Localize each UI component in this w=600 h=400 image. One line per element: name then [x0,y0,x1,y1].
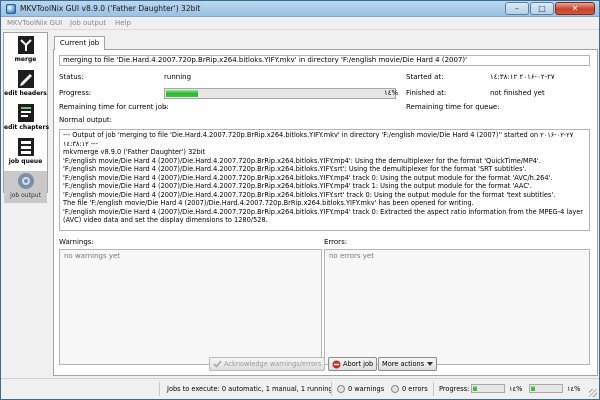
current-job-pane: merging to file 'Die.Hard.4.2007.720p.Br… [53,49,598,376]
progress-label: Progress: [59,89,92,97]
errors-empty-text: no errors yet [329,252,374,260]
errors-count: 0 errors [402,385,428,393]
errors-panel: Errors: no errors yet [324,238,590,366]
app-window: MKVToolNix GUI v8.9.0 ('Father Daughter'… [0,0,600,400]
app-icon [6,4,16,14]
status-divider [331,382,332,396]
output-line: --- Output of job 'merging to file 'Die.… [63,131,574,139]
status-divider [433,382,434,396]
warnings-count: 0 warnings [348,385,385,393]
abort-job-button[interactable]: Abort job [328,357,378,371]
normal-output-text[interactable]: --- Output of job 'merging to file 'Die.… [59,129,590,231]
menu-bar: MKVToolNix GUI Job output Help [1,17,599,30]
minimize-button[interactable]: – [505,2,529,15]
queue-progress-fill [531,386,535,391]
sidebar-item-job-output[interactable]: job output [4,171,47,203]
checkmark-icon [213,360,222,368]
more-actions-label: More actions [382,360,425,368]
warning-status-icon [337,385,345,393]
errors-list[interactable]: no errors yet [324,249,590,365]
job-description-field[interactable]: merging to file 'Die.Hard.4.2007.720p.Br… [59,55,590,66]
output-line: (AVC) video data and set the display dim… [63,216,268,224]
output-line: 'F:/english movie/Die Hard 4 (2007)/Die.… [63,182,532,190]
output-line: The file 'F:/english movie/Die Hard 4 (2… [63,199,474,207]
status-bar: Jobs to execute: 0 automatic, 1 manual, … [1,378,599,399]
edit-headers-icon [17,70,34,88]
sidebar-item-label: merge [14,56,37,63]
sidebar-item-job-queue[interactable]: job queue [4,137,47,169]
remaining-queue-label: Remaining time for queue: [406,103,500,111]
more-actions-button[interactable]: More actions [378,357,438,371]
output-line: 'F:/english movie/Die Hard 4 (2007)/Die.… [63,190,556,199]
warnings-empty-text: no warnings yet [64,252,121,260]
warnings-panel: Warnings: no warnings yet [59,238,322,366]
edit-chapters-icon [17,104,34,122]
sidebar-item-merge[interactable]: merge [4,35,47,67]
sidebar-item-edit-headers[interactable]: edit headers [4,69,47,101]
output-line: 'F:/english movie/Die Hard 4 (2007)/Die.… [63,156,541,165]
finished-at-label: Finished at: [406,89,447,97]
queue-progress-bar [529,384,563,393]
acknowledge-warnings-button[interactable]: Acknowledge warnings/errors [209,357,326,371]
window-title: MKVToolNix GUI v8.9.0 ('Father Daughter'… [20,4,201,13]
job-progress-bar [164,88,396,99]
started-at-value: ۱٤:۳۸:۱۲ ۲۰۱۶-۰۲-۲۷ [490,73,555,81]
resize-grip[interactable] [589,389,597,397]
abort-label: Abort job [343,360,374,368]
sidebar: merge edit headers edit chapters job que… [3,32,50,203]
merge-icon [17,36,34,54]
close-button[interactable]: ✕ [555,2,595,15]
menu-mkvtoolnix-gui[interactable]: MKVToolNix GUI [7,19,62,27]
error-status-icon [391,385,399,393]
status-divider [159,382,160,396]
warnings-label: Warnings: [59,238,94,246]
job-progress-fill [166,90,198,97]
acknowledge-label: Acknowledge warnings/errors [224,360,322,368]
remaining-current-label: Remaining time for current job: [59,103,169,111]
menu-help[interactable]: Help [115,19,131,27]
job-queue-icon [17,138,34,156]
job-output-icon [17,173,34,189]
jobs-to-execute-text: Jobs to execute: 0 automatic, 1 manual, … [167,385,333,393]
remaining-current-value: – [164,103,168,111]
sidebar-item-label: edit headers [4,90,47,97]
status-label: Status: [59,73,84,81]
remaining-queue-value: – [490,103,494,111]
maximize-button[interactable]: □ [530,2,554,15]
queue-progress-percent: ۱٤% [567,385,581,393]
tab-current-job[interactable]: Current job [54,36,105,50]
output-line: mkvmerge v8.9.0 ('Father Daughter') 32bi… [63,148,206,156]
stop-icon [332,360,341,368]
output-line: 'F:/english movie/Die Hard 4 (2007)/Die.… [63,207,586,216]
normal-output-label: Normal output: [59,116,112,124]
sidebar-item-label: job output [10,192,41,199]
status-value: running [164,73,192,81]
sidebar-item-edit-chapters[interactable]: edit chapters [4,103,50,135]
chevron-down-icon [427,362,434,366]
started-at-label: Started at: [406,73,444,81]
sidebar-item-label: edit chapters [4,124,50,131]
output-line: 'F:/english movie/Die Hard 4 (2007)/Die.… [63,165,527,173]
finished-at-value: not finished yet [490,89,545,97]
errors-label: Errors: [324,238,348,246]
title-bar[interactable]: MKVToolNix GUI v8.9.0 ('Father Daughter'… [1,1,599,17]
status-progress-label: Progress: [439,385,470,393]
current-job-progress-fill [473,386,477,391]
output-line: ۱٤:۳۸:۱۲ --- [63,139,98,148]
current-job-progress-percent: ۱٤% [509,385,523,393]
sidebar-item-label: job queue [8,158,43,165]
warnings-list[interactable]: no warnings yet [59,249,322,365]
current-job-progress-bar [471,384,505,393]
window-controls: – □ ✕ [505,2,595,15]
output-line: 'F:/english movie/Die Hard 4 (2007)/Die.… [63,173,553,182]
progress-percent: ۱٤% [384,89,399,97]
menu-job-output[interactable]: Job output [70,19,106,27]
